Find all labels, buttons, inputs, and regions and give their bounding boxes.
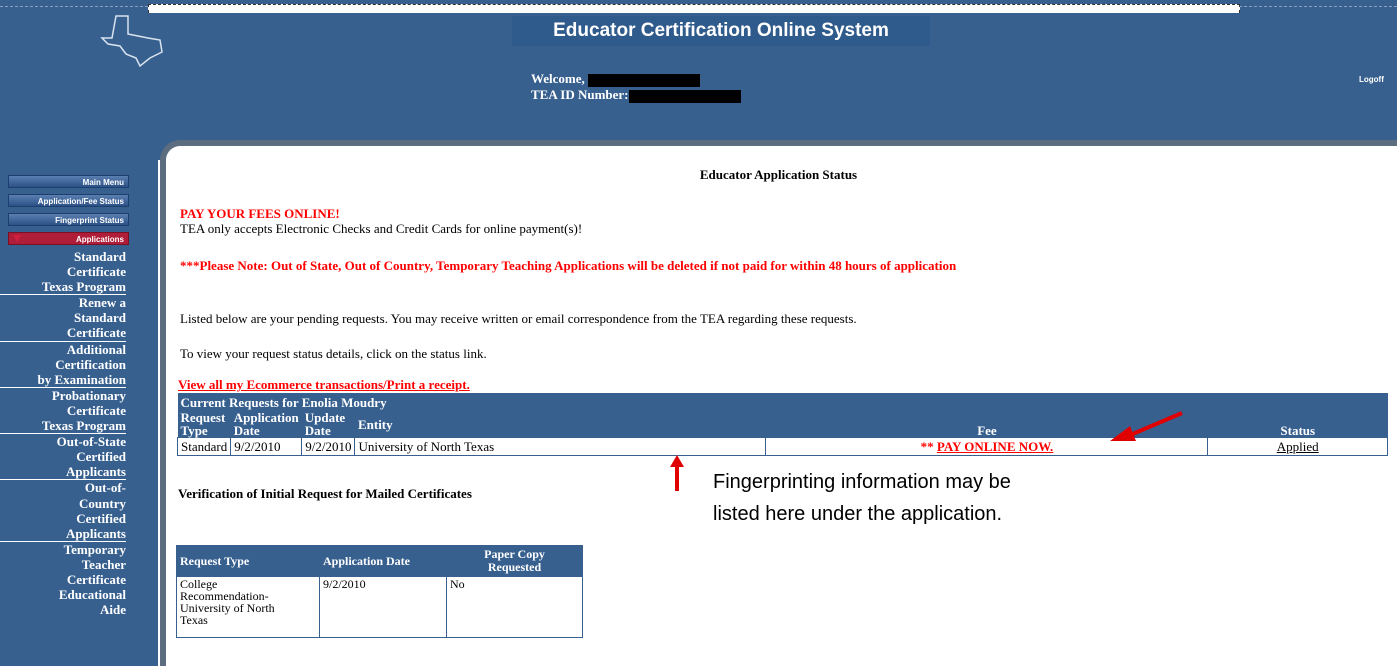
nav-link-line[interactable]: Certified: [0, 449, 126, 464]
nav-applications[interactable]: Applications: [8, 232, 129, 245]
verification-title: Verification of Initial Request for Mail…: [178, 486, 472, 501]
nav-link-line[interactable]: Applicants: [0, 526, 126, 542]
table-row: Standard 9/2/2010 9/2/2010 University of…: [176, 437, 1388, 456]
nav-link-line[interactable]: by Examination: [0, 372, 126, 388]
redacted-name: [588, 73, 701, 87]
nav-link-line[interactable]: Out-of-State: [0, 434, 126, 449]
status-hint: To view your request status details, cli…: [180, 346, 487, 361]
application-links: Standard Certificate Texas Program Renew…: [0, 249, 126, 617]
nav-link-line[interactable]: Probationary: [0, 388, 126, 403]
nav-link-line[interactable]: Educational: [0, 587, 126, 602]
nav-link-line[interactable]: Certification: [0, 357, 126, 372]
logout-link[interactable]: Logoff: [1359, 75, 1384, 84]
frame-outline: [148, 4, 1240, 13]
col-v-paper-copy: Paper Copy Requested: [446, 545, 583, 577]
cell-v-request-type: College Recommendation- University of No…: [176, 576, 320, 638]
welcome-block: Welcome, TEA ID Number:: [531, 71, 741, 103]
col-entity: Entity: [354, 411, 766, 438]
nav-link-line[interactable]: Out-of-: [0, 480, 126, 495]
nav-link-line[interactable]: Certified: [0, 511, 126, 526]
nav-application-fee-status[interactable]: Application/Fee Status: [8, 194, 129, 207]
status-link[interactable]: Applied: [1277, 439, 1319, 454]
table-row: College Recommendation- University of No…: [176, 576, 583, 638]
page-title: Educator Application Status: [699, 167, 858, 182]
nav-link-line[interactable]: Renew a: [0, 295, 126, 310]
nav-fingerprint-status[interactable]: Fingerprint Status: [8, 213, 129, 226]
pay-online-link[interactable]: PAY ONLINE NOW.: [937, 439, 1053, 454]
ecommerce-link[interactable]: View all my Ecommerce transactions/Print…: [178, 377, 470, 393]
annotation-text: Fingerprinting information may be listed…: [713, 466, 1011, 530]
arrow-diagonal-icon: [1110, 411, 1183, 441]
nav-link-line[interactable]: Certificate: [0, 264, 126, 279]
pending-text: Listed below are your pending requests. …: [180, 311, 857, 326]
nav-link-line[interactable]: Certificate: [0, 403, 126, 418]
expand-triangle-icon: [13, 235, 21, 242]
system-title: Educator Certification Online System: [512, 16, 930, 46]
nav-link-line[interactable]: Standard: [0, 249, 126, 264]
nav-link-line[interactable]: Teacher: [0, 557, 126, 572]
welcome-label: Welcome,: [531, 71, 585, 86]
tea-id-label: TEA ID Number:: [531, 87, 629, 102]
annotation-line-2: listed here under the application.: [713, 503, 1003, 525]
requests-table: Current Requests for Enolia Moudry Reque…: [176, 393, 1388, 456]
nav-link-line[interactable]: Standard: [0, 310, 126, 325]
arrow-up-icon: [670, 455, 684, 491]
annotation-line-1: Fingerprinting information may be: [713, 471, 1011, 493]
col-update-date: Update Date: [301, 411, 355, 438]
nav-link-line[interactable]: Certificate: [0, 325, 126, 342]
pay-info: TEA only accepts Electronic Checks and C…: [180, 221, 583, 236]
nav-link-line[interactable]: Additional: [0, 342, 126, 357]
col-request-type: Request Type: [177, 411, 231, 438]
cell-status: Applied: [1207, 437, 1388, 456]
requests-table-caption: Current Requests for Enolia Moudry: [177, 393, 1388, 411]
verification-table: Request Type Application Date Paper Copy…: [176, 545, 583, 638]
cell-update-date: 9/2/2010: [301, 437, 356, 456]
col-v-request-type: Request Type: [176, 545, 320, 577]
cell-request-type: Standard: [176, 437, 232, 456]
texas-logo-icon: [100, 15, 163, 68]
cell-v-application-date: 9/2/2010: [319, 576, 447, 638]
col-application-date: Application Date: [230, 411, 302, 438]
cell-v-paper-copy: No: [446, 576, 583, 638]
pay-heading: PAY YOUR FEES ONLINE!: [180, 206, 340, 221]
nav-link-line[interactable]: Aide: [0, 602, 126, 617]
nav-link-line[interactable]: Temporary: [0, 542, 126, 557]
fee-prefix: **: [920, 439, 934, 454]
nav-link-line[interactable]: Applicants: [0, 464, 126, 481]
cell-entity: University of North Texas: [354, 437, 767, 456]
deletion-note: ***Please Note: Out of State, Out of Cou…: [180, 258, 957, 273]
cell-application-date: 9/2/2010: [230, 437, 303, 456]
nav-link-line[interactable]: Texas Program: [0, 418, 126, 435]
nav-link-line[interactable]: Certificate: [0, 572, 126, 587]
nav-link-line[interactable]: Country: [0, 496, 126, 511]
col-v-application-date: Application Date: [319, 545, 447, 577]
redacted-id: [628, 89, 741, 103]
nav-link-line[interactable]: Texas Program: [0, 279, 126, 296]
col-status: Status: [1207, 411, 1388, 438]
